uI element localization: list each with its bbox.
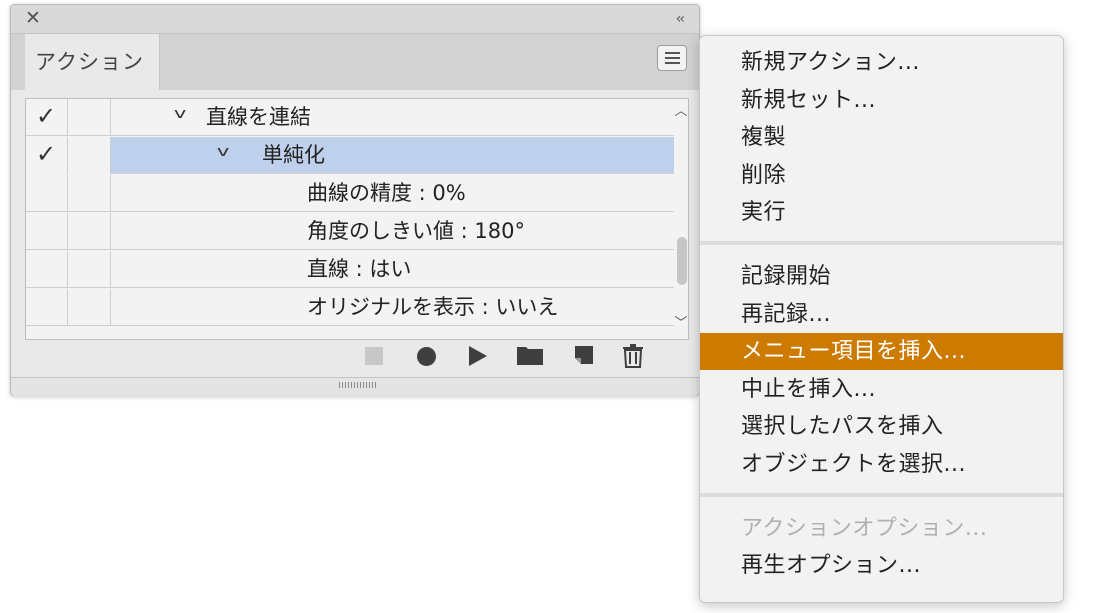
checkmark-icon: ✓ [36, 102, 57, 130]
menu-separator [700, 492, 1063, 497]
menu-item-label: 新規アクション... [741, 50, 920, 75]
scrollbar[interactable]: ︿ ﹀ [674, 99, 688, 339]
menu-item[interactable]: 再記録... [700, 296, 1063, 333]
toggle-item-cell[interactable] [26, 213, 68, 250]
action-row[interactable]: 直線 : はい [26, 251, 674, 288]
menu-item-label: メニュー項目を挿入... [741, 339, 966, 365]
toggle-dialog-cell[interactable] [68, 99, 111, 136]
menu-item[interactable]: 記録開始 [700, 258, 1063, 295]
menu-item[interactable]: 実行 [700, 194, 1063, 231]
hamburger-menu-icon [665, 52, 680, 54]
tab-actions[interactable]: アクション [25, 34, 160, 90]
action-row-label: 角度のしきい値 : 180° [307, 219, 526, 243]
menu-item[interactable]: 新規セット... [700, 82, 1063, 119]
toggle-dialog-cell[interactable] [68, 289, 111, 326]
menu-item-label: 実行 [741, 200, 787, 226]
scroll-up-arrow-icon[interactable]: ︿ [674, 105, 688, 119]
action-row[interactable]: 曲線の精度 : 0% [26, 175, 674, 212]
action-row-label: 単純化 [262, 143, 325, 167]
toggle-dialog-cell[interactable] [68, 213, 111, 250]
toggle-dialog-cell[interactable] [68, 175, 111, 212]
grip-lines-icon [339, 382, 377, 388]
menu-item-label: 選択したパスを挿入 [741, 414, 944, 440]
menu-item-label: 再生オプション... [741, 553, 921, 579]
panel-titlebar: ✕ ‹‹ [11, 5, 699, 34]
toggle-item-cell[interactable] [26, 251, 68, 288]
toggle-item-cell[interactable]: ✓ [26, 137, 68, 174]
toggle-item-cell[interactable] [26, 175, 68, 212]
actions-panel: ✕ ‹‹ アクション ✓ v 直線を連結 ✓ v 単純化曲線の精度 : 0% 角度のしきい値… [10, 4, 700, 396]
action-row[interactable]: ✓ v 単純化 [26, 137, 674, 174]
collapse-panel-icon[interactable]: ‹‹ [676, 9, 685, 29]
scroll-down-arrow-icon[interactable]: ﹀ [674, 317, 688, 331]
menu-item-label: 複製 [741, 125, 787, 151]
action-row-label: 曲線の精度 : 0% [307, 181, 466, 205]
toggle-item-cell[interactable] [26, 289, 68, 326]
stop-icon[interactable] [365, 347, 383, 365]
menu-item-label: 中止を挿入... [741, 376, 876, 402]
action-row-label: オリジナルを表示 : いいえ [307, 295, 559, 319]
play-icon[interactable] [469, 346, 487, 366]
resize-grip[interactable] [11, 377, 699, 396]
menu-item-label: 削除 [741, 162, 787, 188]
toggle-dialog-cell[interactable] [68, 251, 111, 288]
trash-icon[interactable] [623, 344, 643, 368]
menu-item-label: 新規セット... [741, 87, 876, 113]
menu-item[interactable]: 再生オプション... [700, 547, 1063, 584]
menu-item[interactable]: 選択したパスを挿入 [700, 408, 1063, 445]
toggle-item-cell[interactable]: ✓ [26, 99, 68, 136]
menu-item-label: 記録開始 [741, 264, 832, 289]
menu-item-label: オブジェクトを選択... [741, 452, 966, 477]
panel-menu-button[interactable] [657, 45, 687, 71]
tab-actions-label: アクション [35, 50, 144, 74]
close-icon[interactable]: ✕ [25, 7, 41, 29]
panel-flyout-menu: 新規アクション... 新規セット... 複製削除実行記録開始再記録... メニュー項目… [699, 35, 1064, 603]
actions-list: ✓ v 直線を連結 ✓ v 単純化曲線の精度 : 0% 角度のしきい値 : 180° 直線 :… [25, 98, 689, 340]
menu-item-label: 再記録... [741, 301, 831, 327]
record-icon[interactable] [417, 347, 436, 366]
chevron-down-icon[interactable]: v [174, 105, 186, 123]
new-action-icon[interactable] [574, 345, 594, 365]
action-row[interactable]: ✓ v 直線を連結 [26, 99, 674, 136]
menu-separator [700, 241, 1063, 245]
tab-strip: アクション [11, 34, 699, 90]
menu-item[interactable]: 新規アクション... [700, 44, 1063, 81]
checkmark-icon: ✓ [36, 140, 57, 168]
hamburger-line [665, 57, 680, 59]
chevron-down-icon[interactable]: v [217, 143, 229, 161]
menu-item[interactable]: オブジェクトを選択... [700, 446, 1063, 483]
menu-item-label: アクションオプション... [741, 515, 988, 541]
toggle-dialog-cell[interactable] [68, 137, 111, 174]
action-row-label: 直線を連結 [206, 105, 311, 129]
menu-item: アクションオプション... [700, 510, 1063, 547]
menu-item[interactable]: 複製 [700, 119, 1063, 156]
menu-item[interactable]: 中止を挿入... [700, 371, 1063, 408]
action-row[interactable]: 角度のしきい値 : 180° [26, 213, 674, 250]
menu-item[interactable]: メニュー項目を挿入... [700, 333, 1063, 371]
action-row[interactable]: オリジナルを表示 : いいえ [26, 289, 674, 326]
action-row-label: 直線 : はい [307, 257, 412, 281]
new-set-folder-icon[interactable] [516, 344, 544, 366]
menu-item[interactable]: 削除 [700, 157, 1063, 194]
hamburger-line [665, 62, 680, 64]
scroll-thumb[interactable] [677, 237, 687, 285]
